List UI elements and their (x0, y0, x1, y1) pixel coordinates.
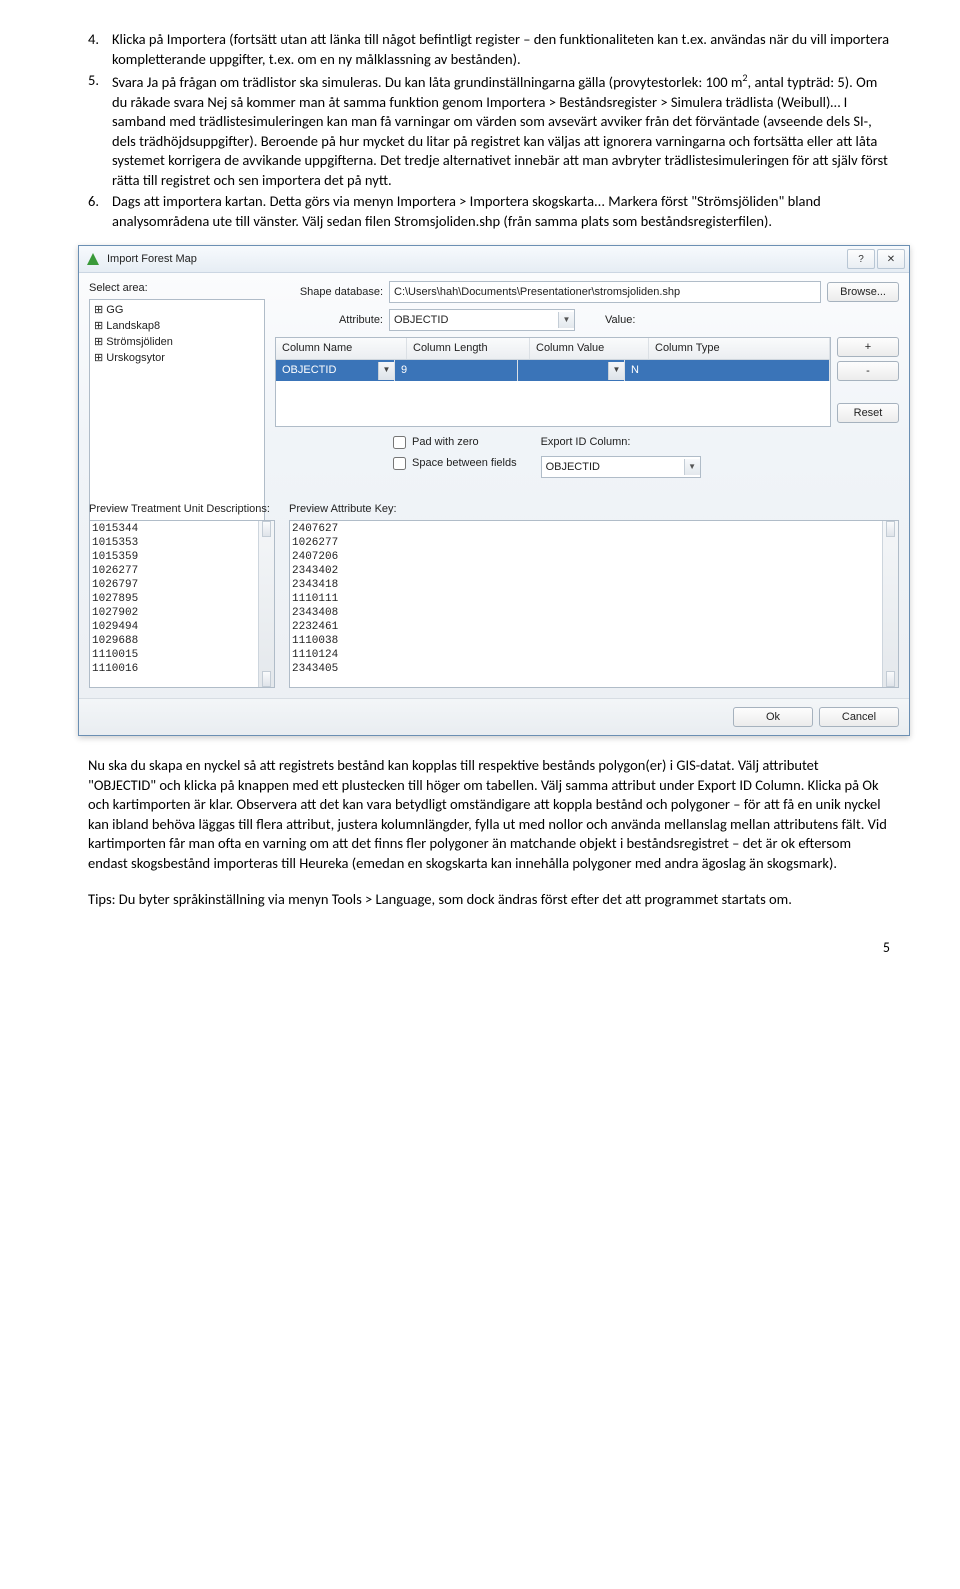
checkbox-input[interactable] (393, 436, 406, 449)
tree-node[interactable]: Strömsjöliden (106, 336, 173, 348)
col-header[interactable]: Column Value (530, 338, 649, 359)
tree-node[interactable]: GG (106, 304, 123, 316)
export-id-dropdown[interactable]: OBJECTID ▼ (541, 456, 701, 478)
shape-database-field[interactable]: C:\Users\hah\Documents\Presentationer\st… (389, 281, 821, 303)
space-between-fields-checkbox[interactable]: Space between fields (393, 456, 517, 471)
page-number: 5 (88, 939, 890, 958)
title-bar: Import Forest Map ? ✕ (79, 246, 909, 273)
list-item: 1027902 (92, 606, 272, 620)
cancel-button[interactable]: Cancel (819, 707, 899, 727)
chevron-down-icon: ▼ (558, 312, 574, 328)
checkbox-label: Pad with zero (412, 435, 479, 450)
select-area-label: Select area: (89, 281, 265, 296)
attribute-dropdown[interactable]: OBJECTID ▼ (389, 309, 575, 331)
shape-database-label: Shape database: (275, 285, 383, 300)
tree-expand-icon[interactable]: ⊞ (94, 352, 103, 364)
scrollbar[interactable] (258, 521, 274, 687)
preview-tu-label: Preview Treatment Unit Descriptions: (89, 502, 275, 517)
preview-attr-key-label: Preview Attribute Key: (289, 502, 899, 517)
list-number: 5. (88, 71, 112, 190)
list-number: 6. (88, 192, 112, 231)
preview-tu-list[interactable]: 1015344 1015353 1015359 1026277 1026797 … (89, 520, 275, 688)
list-item: 2407206 (292, 550, 896, 564)
list-item: 1026277 (292, 536, 896, 550)
list-text: Svara Ja på frågan om trädlistor ska sim… (112, 71, 890, 190)
help-button[interactable]: ? (847, 249, 875, 269)
grid-header: Column Name Column Length Column Value C… (276, 338, 830, 360)
import-forest-map-dialog: Import Forest Map ? ✕ Select area: ⊞ GG … (78, 245, 910, 736)
list-item: 1110111 (292, 592, 896, 606)
add-column-button[interactable]: + (837, 337, 899, 357)
grid-cell[interactable]: 9 (395, 360, 518, 381)
scrollbar[interactable] (882, 521, 898, 687)
tree-expand-icon[interactable]: ⊞ (94, 320, 103, 332)
list-item: 1015359 (92, 550, 272, 564)
col-header[interactable]: Column Name (276, 338, 407, 359)
list-item: 1027895 (92, 592, 272, 606)
body-paragraph: Nu ska du skapa en nyckel så att registr… (88, 756, 890, 873)
ok-button[interactable]: Ok (733, 707, 813, 727)
list-item: 2343408 (292, 606, 896, 620)
cell-value: OBJECTID (276, 360, 342, 381)
list-item: 2232461 (292, 620, 896, 634)
reset-button[interactable]: Reset (837, 403, 899, 423)
dialog-button-bar: Ok Cancel (79, 698, 909, 735)
list-item: 1026797 (92, 578, 272, 592)
tree-node[interactable]: Landskap8 (106, 320, 160, 332)
tree-expand-icon[interactable]: ⊞ (94, 336, 103, 348)
text-fragment: Svara Ja på frågan om trädlistor ska sim… (112, 73, 742, 91)
list-item: 1110015 (92, 648, 272, 662)
list-item: 1110016 (92, 662, 272, 676)
list-item: 2343402 (292, 564, 896, 578)
grid-cell-dropdown[interactable]: OBJECTID ▼ (276, 360, 395, 381)
browse-button[interactable]: Browse... (827, 282, 899, 302)
chevron-down-icon: ▼ (684, 459, 700, 475)
tree-expand-icon[interactable]: ⊞ (94, 304, 103, 316)
instruction-list: 4. Klicka på Importera (fortsätt utan at… (88, 30, 890, 231)
dropdown-value: OBJECTID (546, 460, 600, 475)
grid-cell[interactable]: N (625, 360, 830, 381)
checkbox-label: Space between fields (412, 456, 517, 471)
list-item: 2343405 (292, 662, 896, 676)
close-button[interactable]: ✕ (877, 249, 905, 269)
col-header[interactable]: Column Type (649, 338, 830, 359)
list-item: 1029688 (92, 634, 272, 648)
column-grid[interactable]: Column Name Column Length Column Value C… (275, 337, 831, 427)
cell-value (518, 368, 530, 374)
list-number: 4. (88, 30, 112, 69)
checkbox-input[interactable] (393, 457, 406, 470)
list-text: Klicka på Importera (fortsätt utan att l… (112, 30, 890, 69)
list-item: 2343418 (292, 578, 896, 592)
value-label: Value: (605, 313, 635, 328)
list-text: Dags att importera kartan. Detta görs vi… (112, 192, 890, 231)
body-paragraph-tip: Tips: Du byter språkinställning via meny… (88, 890, 890, 910)
export-id-label: Export ID Column: (541, 435, 701, 450)
grid-cell-dropdown[interactable]: ▼ (518, 360, 625, 381)
list-item: 1029494 (92, 620, 272, 634)
chevron-down-icon: ▼ (608, 362, 624, 380)
list-item: 1015353 (92, 536, 272, 550)
field-value: C:\Users\hah\Documents\Presentationer\st… (394, 285, 680, 300)
col-header[interactable]: Column Length (407, 338, 530, 359)
dialog-title: Import Forest Map (107, 252, 845, 267)
app-icon (85, 251, 101, 267)
attribute-label: Attribute: (275, 313, 383, 328)
dropdown-value: OBJECTID (394, 313, 448, 328)
grid-row-selected[interactable]: OBJECTID ▼ 9 ▼ N (276, 360, 830, 381)
preview-attr-key-list[interactable]: 2407627 1026277 2407206 2343402 2343418 … (289, 520, 899, 688)
chevron-down-icon: ▼ (378, 362, 394, 380)
list-item: 2407627 (292, 522, 896, 536)
pad-with-zero-checkbox[interactable]: Pad with zero (393, 435, 517, 450)
list-item: 1026277 (92, 564, 272, 578)
list-item: 1110124 (292, 648, 896, 662)
tree-node[interactable]: Urskogsytor (106, 352, 165, 364)
list-item: 1110038 (292, 634, 896, 648)
remove-column-button[interactable]: - (837, 361, 899, 381)
list-item: 1015344 (92, 522, 272, 536)
